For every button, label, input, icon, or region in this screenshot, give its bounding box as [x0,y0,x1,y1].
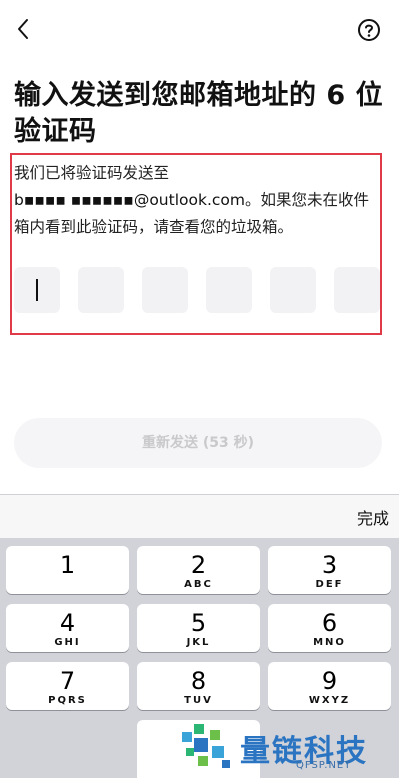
otp-box-2[interactable] [78,267,124,313]
key-letters: PQRS [48,695,87,706]
key-5[interactable]: 5 JKL [137,604,260,652]
watermark: 量链科技 QFSP.NET [178,718,399,778]
page-title: 输入发送到您邮箱地址的 6 位验证码 [14,80,384,147]
top-bar [0,0,399,60]
watermark-url: QFSP.NET [296,760,352,771]
text-caret [36,279,38,301]
back-button[interactable] [12,14,36,44]
key-letters: ABC [184,579,213,590]
otp-input-row [14,267,399,315]
key-letters: GHI [54,637,81,648]
otp-box-4[interactable] [206,267,252,313]
key-letters: TUV [184,695,213,706]
key-8[interactable]: 8 TUV [137,662,260,710]
key-4[interactable]: 4 GHI [6,604,129,652]
done-button[interactable]: 完成 [357,505,389,529]
key-1[interactable]: 1 [6,546,129,594]
otp-box-6[interactable] [334,267,380,313]
otp-box-5[interactable] [270,267,316,313]
key-7[interactable]: 7 PQRS [6,662,129,710]
key-digit: 3 [321,551,338,579]
otp-box-1[interactable] [14,267,60,313]
key-letters: JKL [186,637,211,648]
watermark-logo-icon [182,724,230,768]
key-3[interactable]: 3 DEF [268,546,391,594]
help-button[interactable] [357,18,381,42]
key-9[interactable]: 9 WXYZ [268,662,391,710]
key-digit: 9 [321,667,338,695]
instruction-line-1: 我们已将验证码发送至 [14,164,170,182]
key-digit: 4 [59,609,76,637]
key-letters: MNO [313,637,346,648]
key-digit: 8 [190,667,207,695]
question-circle-icon [358,19,380,41]
key-digit: 5 [190,609,207,637]
masked-email: b▪▪▪▪ ▪▪▪▪▪▪@outlook.com [14,191,245,209]
instruction-text: 我们已将验证码发送至 b▪▪▪▪ ▪▪▪▪▪▪@outlook.com。如果您未… [14,160,384,241]
key-letters: DEF [315,579,344,590]
key-digit: 6 [321,609,338,637]
key-digit: 1 [59,551,76,579]
key-digit: 2 [190,551,207,579]
key-2[interactable]: 2 ABC [137,546,260,594]
keyboard-toolbar: 完成 [0,494,399,538]
resend-button[interactable]: 重新发送 (53 秒) [14,418,382,468]
chevron-left-icon [18,19,28,39]
key-digit: 7 [59,667,76,695]
otp-box-3[interactable] [142,267,188,313]
key-letters: WXYZ [308,695,351,706]
key-6[interactable]: 6 MNO [268,604,391,652]
